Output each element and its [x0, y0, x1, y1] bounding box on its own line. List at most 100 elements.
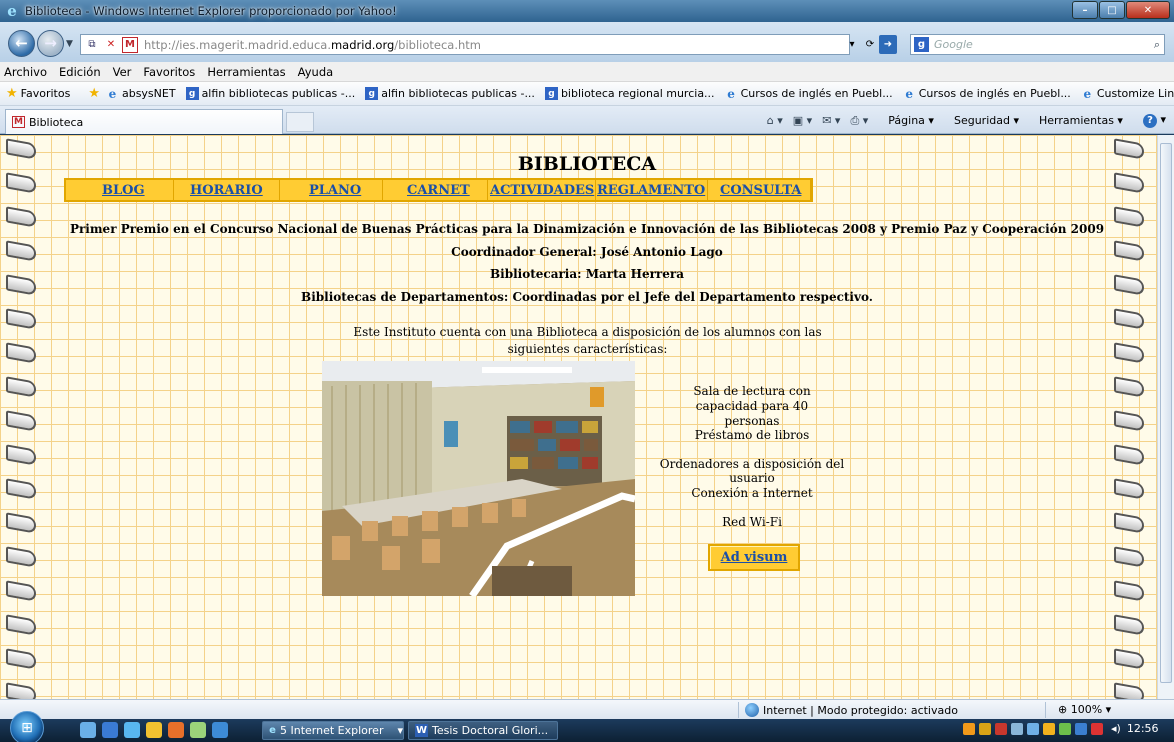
favorites-button[interactable]: ★ Favoritos: [6, 86, 70, 101]
tray-icon[interactable]: [1059, 722, 1071, 735]
nav-carnet[interactable]: CARNET: [407, 183, 470, 198]
taskbar-ie-button[interactable]: e 5 Internet Explorer ▾: [262, 721, 404, 740]
tray-icon[interactable]: [1091, 722, 1103, 735]
nav-reglamento[interactable]: REGLAMENTO: [597, 183, 705, 198]
favorite-link[interactable]: g alfin bibliotecas publicas -...: [185, 87, 356, 100]
switch-windows-icon[interactable]: [102, 722, 118, 738]
page-title: BIBLIOTECA: [517, 153, 657, 175]
tab-bar: M Biblioteca ⌂ ▾ ▣ ▾ ✉ ▾ ⎙ ▾ Página ▾ Se…: [0, 106, 1174, 134]
site-nav: BLOG HORARIO PLANO CARNET ACTIVIDADES RE…: [64, 178, 813, 202]
nav-plano[interactable]: PLANO: [309, 183, 361, 198]
menu-archivo[interactable]: Archivo: [4, 65, 47, 79]
tab-biblioteca[interactable]: M Biblioteca: [5, 109, 283, 134]
ad-visum-button[interactable]: Ad visum: [708, 544, 800, 571]
favorite-link[interactable]: e Cursos de inglés en Puebl...: [725, 86, 892, 101]
intro-text: Este Instituto cuenta con una Biblioteca…: [353, 325, 822, 356]
search-icon[interactable]: ⌕: [1154, 38, 1160, 52]
tray-icon[interactable]: [1011, 722, 1023, 735]
new-tab-button[interactable]: [286, 112, 314, 132]
stop-icon[interactable]: ✕: [103, 37, 119, 53]
menu-herramientas[interactable]: Herramientas: [207, 65, 285, 79]
menu-ayuda[interactable]: Ayuda: [298, 65, 334, 79]
favorite-link-label: alfin bibliotecas publicas -...: [201, 87, 356, 100]
minimize-button[interactable]: –: [1072, 1, 1098, 19]
google-icon: g: [914, 37, 929, 52]
feature-item: Ordenadores a disposición del usuario: [659, 457, 845, 485]
help-menu[interactable]: ? ▾: [1133, 113, 1166, 128]
menu-favoritos[interactable]: Favoritos: [143, 65, 195, 79]
paint-icon[interactable]: [190, 722, 206, 738]
security-zone[interactable]: Internet | Modo protegido: activado: [745, 703, 958, 717]
address-dropdown-icon[interactable]: ▾: [843, 35, 861, 54]
compatibility-view-icon[interactable]: ⧉: [84, 37, 100, 53]
address-url[interactable]: http://ies.magerit.madrid.educa.madrid.o…: [144, 38, 481, 52]
taskbar: ⊞ e 5 Internet Explorer ▾ W Tesis Doctor…: [0, 711, 1174, 742]
page-menu[interactable]: Página ▾: [878, 114, 934, 127]
print-icon[interactable]: ⎙ ▾: [850, 114, 868, 128]
security-menu[interactable]: Seguridad ▾: [944, 114, 1019, 127]
binder-ring: [1114, 444, 1144, 466]
forward-button[interactable]: →: [37, 30, 64, 57]
go-icon[interactable]: ➜: [879, 35, 897, 54]
address-input[interactable]: ⧉ ✕ M http://ies.magerit.madrid.educa.ma…: [80, 34, 850, 55]
back-button[interactable]: ←: [8, 30, 35, 57]
tray-icon[interactable]: [1043, 722, 1055, 735]
tray-icon[interactable]: [995, 722, 1007, 735]
volume-icon[interactable]: ◂): [1111, 722, 1121, 735]
internet-explorer-icon[interactable]: [124, 722, 140, 738]
folder-icon[interactable]: [146, 722, 162, 738]
home-icon[interactable]: ⌂ ▾: [767, 114, 783, 127]
ie-page-icon: e: [727, 86, 735, 101]
feature-item: Sala de lectura con capacidad para 40 pe…: [693, 384, 811, 428]
browser-icon[interactable]: [212, 722, 228, 738]
menu-edicion[interactable]: Edición: [59, 65, 101, 79]
feeds-icon[interactable]: ▣ ▾: [793, 114, 812, 127]
quick-launch: [80, 722, 234, 738]
search-input[interactable]: g Google ⌕: [910, 34, 1165, 55]
favorite-link[interactable]: g biblioteca regional murcia...: [544, 87, 715, 100]
favorite-link[interactable]: e Customize Links: [1081, 87, 1174, 101]
vertical-scrollbar[interactable]: [1157, 135, 1174, 699]
zoom-control[interactable]: ⊕ 100% ▾: [1058, 703, 1111, 716]
start-button[interactable]: ⊞: [10, 711, 44, 742]
tray-icon[interactable]: [979, 722, 991, 735]
feature-item: Préstamo de libros: [694, 428, 810, 442]
favorite-link[interactable]: e Cursos de inglés en Puebl...: [903, 87, 1070, 101]
show-desktop-icon[interactable]: [80, 722, 96, 738]
nav-divider: [382, 180, 383, 200]
tray-icon[interactable]: [963, 722, 975, 735]
binder-ring: [1114, 682, 1144, 699]
chevron-down-icon: ▾: [397, 724, 403, 737]
refresh-icon[interactable]: ⟳: [861, 35, 879, 54]
nav-blog[interactable]: BLOG: [102, 183, 145, 198]
mail-icon[interactable]: ✉ ▾: [822, 114, 840, 127]
tools-menu[interactable]: Herramientas ▾: [1029, 114, 1123, 127]
zoom-icon: ⊕: [1058, 703, 1071, 716]
tray-icon[interactable]: [1075, 722, 1087, 735]
add-favorite-icon[interactable]: ★: [88, 86, 100, 101]
tray-icon[interactable]: [1027, 722, 1039, 735]
binder-ring: [1114, 478, 1144, 500]
media-player-icon[interactable]: [168, 722, 184, 738]
favorite-link[interactable]: e absysNET: [106, 87, 176, 101]
history-dropdown-icon[interactable]: ▼: [66, 39, 73, 49]
taskbar-word-button[interactable]: W Tesis Doctoral Glori...: [408, 721, 558, 740]
internet-explorer-icon: e: [269, 725, 276, 736]
nav-actividades[interactable]: ACTIVIDADES: [490, 183, 594, 198]
google-icon: g: [185, 87, 199, 100]
favorite-link-label: Customize Links: [1096, 87, 1174, 100]
maximize-button[interactable]: □: [1099, 1, 1125, 19]
close-button[interactable]: ✕: [1126, 1, 1170, 19]
departments-text: Bibliotecas de Departamentos: Coordinada…: [301, 290, 873, 304]
nav-consulta[interactable]: CONSULTA: [720, 183, 801, 198]
feature-item: Conexión a Internet: [691, 486, 813, 500]
internet-explorer-icon: e: [7, 2, 17, 20]
nav-horario[interactable]: HORARIO: [190, 183, 263, 198]
binder-ring: [1114, 614, 1144, 636]
binder-ring: [6, 376, 36, 398]
favorite-link[interactable]: g alfin bibliotecas publicas -...: [365, 87, 535, 100]
menu-ver[interactable]: Ver: [113, 65, 132, 79]
site-favicon: M: [122, 36, 138, 53]
clock[interactable]: 12:56: [1127, 722, 1159, 735]
word-icon: W: [415, 724, 428, 737]
